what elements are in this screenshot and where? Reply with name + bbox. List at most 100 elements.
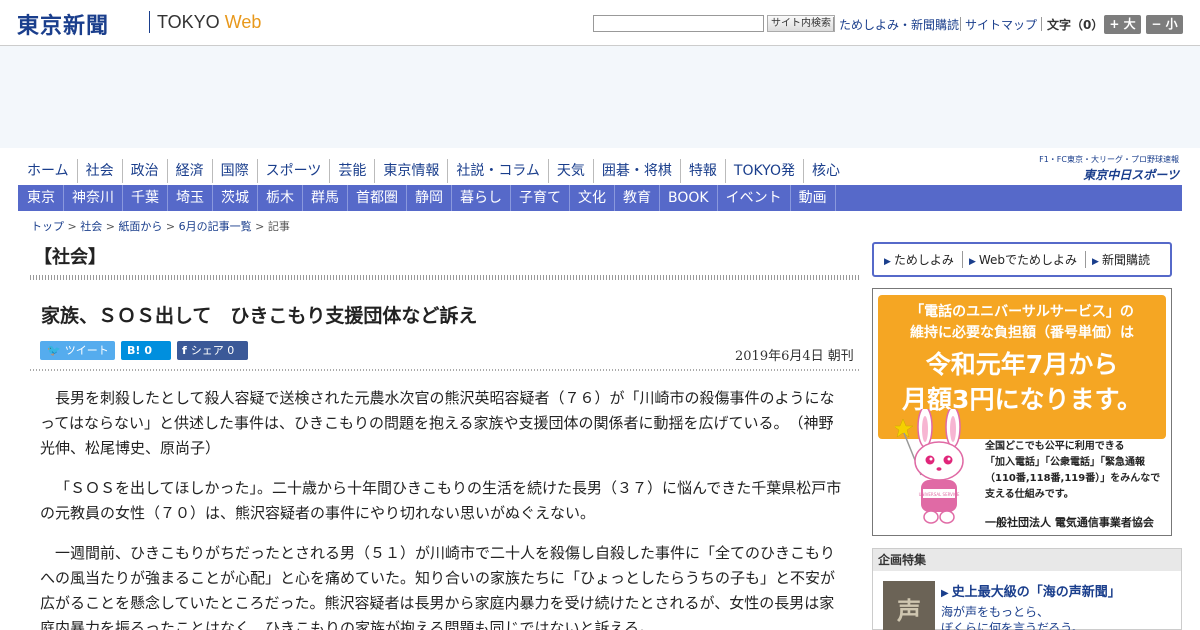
logo-tokyo-web[interactable]: TOKYO Web — [157, 12, 261, 33]
bunny-mascot-icon: UNIVERSAL SERVICE — [895, 409, 964, 524]
web-trial-read-button[interactable]: ▶ Webでためしよみ — [963, 251, 1087, 268]
triangle-right-icon: ▶ — [884, 257, 891, 267]
nav-kakushin[interactable]: 核心 — [802, 159, 848, 183]
sitemap-link[interactable]: サイトマップ — [965, 16, 1037, 33]
facebook-share-label: シェア — [190, 344, 224, 357]
triangle-right-icon: ▶ — [941, 588, 949, 599]
font-larger-button[interactable]: + 大 — [1104, 15, 1141, 34]
feature-subtitle: ぼくらに何を言うだろう。 — [941, 621, 1084, 630]
nav-home[interactable]: ホーム — [18, 159, 77, 183]
nav-weather[interactable]: 天気 — [547, 159, 593, 183]
breadcrumb-print[interactable]: 紙面から — [118, 220, 162, 233]
feature-thumbnail[interactable]: 声 — [883, 581, 935, 630]
ad-note-line: 支える仕組みです。 — [985, 489, 1074, 500]
trial-read-button[interactable]: ▶ ためしよみ — [878, 251, 963, 268]
feature-heading: 企画特集 — [873, 549, 1181, 571]
nav-shizuoka[interactable]: 静岡 — [407, 185, 452, 211]
ad-note-line: 「加入電話」「公衆電話」「緊急通報 — [985, 457, 1145, 468]
trial-subscribe-link[interactable]: ためしよみ・新聞購読 — [839, 16, 959, 33]
facebook-icon: f — [182, 344, 187, 357]
ad-line-1: 「電話のユニバーサルサービス」の — [910, 304, 1134, 320]
site-header: 東京新聞 TOKYO Web サイト内検索 ためしよみ・新聞購読 サイトマップ … — [0, 0, 1200, 46]
nav-book[interactable]: BOOK — [660, 185, 718, 211]
feature-thumbnail-text: 声 — [897, 597, 921, 625]
breadcrumb-top[interactable]: トップ — [31, 220, 64, 233]
nav-sports[interactable]: スポーツ — [256, 159, 330, 183]
nav-entertainment[interactable]: 芸能 — [329, 159, 374, 183]
divider — [833, 17, 834, 31]
nav-tokyo-info[interactable]: 東京情報 — [374, 159, 447, 183]
tweet-label: ツイート — [64, 344, 109, 357]
hatena-count: 0 — [144, 344, 153, 357]
tweet-button[interactable]: 🐦 ツイート — [40, 341, 115, 360]
ad-note-line: （110番,118番,119番）」をみんなで — [985, 473, 1161, 484]
nav-tochigi[interactable]: 栃木 — [258, 185, 303, 211]
font-size-label: 文字（0） — [1047, 18, 1104, 32]
nav-editorial[interactable]: 社説・コラム — [447, 159, 548, 183]
section-title: 【社会】 — [34, 247, 106, 268]
nav-shutoken[interactable]: 首都圏 — [348, 185, 407, 211]
site-search-button[interactable]: サイト内検索 — [767, 15, 835, 32]
divider — [960, 17, 961, 31]
site-search-input[interactable] — [593, 15, 764, 32]
ad-organization: 一般社団法人 電気通信事業者協会 — [985, 516, 1154, 529]
nav-gunma[interactable]: 群馬 — [303, 185, 348, 211]
triangle-right-icon: ▶ — [968, 257, 976, 267]
secondary-nav: 東京 神奈川 千葉 埼玉 茨城 栃木 群馬 首都圏 静岡 暮らし 子育て 文化 … — [18, 185, 1182, 211]
breadcrumb: トップ > 社会 > 紙面から > 6月の記事一覧 > 記事 — [31, 220, 290, 233]
nav-kosodate[interactable]: 子育て — [511, 185, 570, 211]
ad-line-2: 維持に必要な負担額（番号単価）は — [910, 325, 1134, 341]
bunny-badge-text: UNIVERSAL SERVICE — [919, 492, 960, 497]
facebook-share-button[interactable]: f シェア 0 — [177, 341, 248, 360]
triangle-right-icon: ▶ — [1092, 257, 1099, 267]
chunichi-sports-tagline: F1・FC東京・大リーグ・プロ野球速報 — [1039, 155, 1179, 164]
nav-event[interactable]: イベント — [718, 185, 791, 211]
ad-note-line: 全国どこでも公平に利用できる — [985, 441, 1125, 452]
facebook-count: 0 — [227, 344, 235, 357]
nav-economy[interactable]: 経済 — [166, 159, 212, 183]
divider — [1041, 17, 1042, 31]
article-paragraph: 「ＳＯＳを出してほしかった」。二十歳から十年間ひきこもりの生活を続けた長男（３７… — [40, 479, 842, 522]
nav-special-report[interactable]: 特報 — [679, 159, 725, 183]
article-headline: 家族、ＳＯＳ出して ひきこもり支援団体など訴え — [41, 305, 478, 327]
subscribe-button[interactable]: ▶ 新聞購読 — [1086, 251, 1158, 268]
hatena-bookmark-button[interactable]: B! 0 — [121, 341, 171, 360]
hatena-icon: B! — [127, 344, 141, 357]
section-divider — [30, 275, 860, 280]
nav-tokyo-hatsu[interactable]: TOKYO発 — [724, 159, 803, 183]
nav-saitama[interactable]: 埼玉 — [168, 185, 213, 211]
article-paragraph: 長男を刺殺したとして殺人容疑で送検された元農水次官の熊沢英昭容疑者（７６）が「川… — [40, 389, 835, 457]
nav-ibaraki[interactable]: 茨城 — [213, 185, 258, 211]
breadcrumb-current: 記事 — [267, 220, 290, 233]
headline-divider — [30, 369, 860, 371]
banner-ad-space — [0, 46, 1200, 148]
nav-tokyo[interactable]: 東京 — [18, 185, 64, 211]
nav-chiba[interactable]: 千葉 — [123, 185, 168, 211]
feature-subtitle: 海が声をもっとら、 — [941, 605, 1050, 619]
nav-politics[interactable]: 政治 — [121, 159, 167, 183]
font-smaller-button[interactable]: − 小 — [1146, 15, 1183, 34]
feature-box: 企画特集 声 ▶ 史上最大級の「海の声新聞」 海が声をもっとら、 ぼくらに何を言う… — [872, 548, 1182, 630]
nav-culture[interactable]: 文化 — [570, 185, 615, 211]
publish-date: 2019年6月4日 朝刊 — [735, 349, 854, 364]
universal-service-ad[interactable]: 「電話のユニバーサルサービス」の 維持に必要な負担額（番号単価）は 令和元年7月… — [872, 288, 1172, 536]
chunichi-sports-logo: 東京中日スポーツ — [1083, 168, 1179, 182]
nav-kanagawa[interactable]: 神奈川 — [64, 185, 123, 211]
nav-kurashi[interactable]: 暮らし — [452, 185, 511, 211]
twitter-icon: 🐦 — [47, 344, 61, 357]
breadcrumb-society[interactable]: 社会 — [80, 220, 102, 233]
logo-divider — [149, 11, 150, 33]
breadcrumb-june-list[interactable]: 6月の記事一覧 — [179, 220, 252, 233]
nav-education[interactable]: 教育 — [615, 185, 660, 211]
logo-tokyo-shimbun[interactable]: 東京新聞 — [17, 8, 109, 40]
subscription-links: ▶ ためしよみ ▶ Webでためしよみ ▶ 新聞購読 — [872, 242, 1172, 277]
nav-video[interactable]: 動画 — [791, 185, 836, 211]
primary-nav: ホーム 社会 政治 経済 国際 スポーツ 芸能 東京情報 社説・コラム 天気 囲… — [18, 159, 848, 183]
ad-line-3: 令和元年7月から — [925, 350, 1119, 379]
nav-society[interactable]: 社会 — [76, 159, 122, 183]
feature-title-link[interactable]: ▶ 史上最大級の「海の声新聞」 — [941, 581, 1121, 600]
chunichi-sports-link[interactable]: F1・FC東京・大リーグ・プロ野球速報 東京中日スポーツ — [1028, 154, 1179, 183]
nav-go-shogi[interactable]: 囲碁・将棋 — [592, 159, 680, 183]
nav-international[interactable]: 国際 — [211, 159, 257, 183]
article-paragraph: 一週間前、ひきこもりがちだったとされる男（５１）が川崎市で二十人を殺傷し自殺した… — [40, 544, 836, 630]
